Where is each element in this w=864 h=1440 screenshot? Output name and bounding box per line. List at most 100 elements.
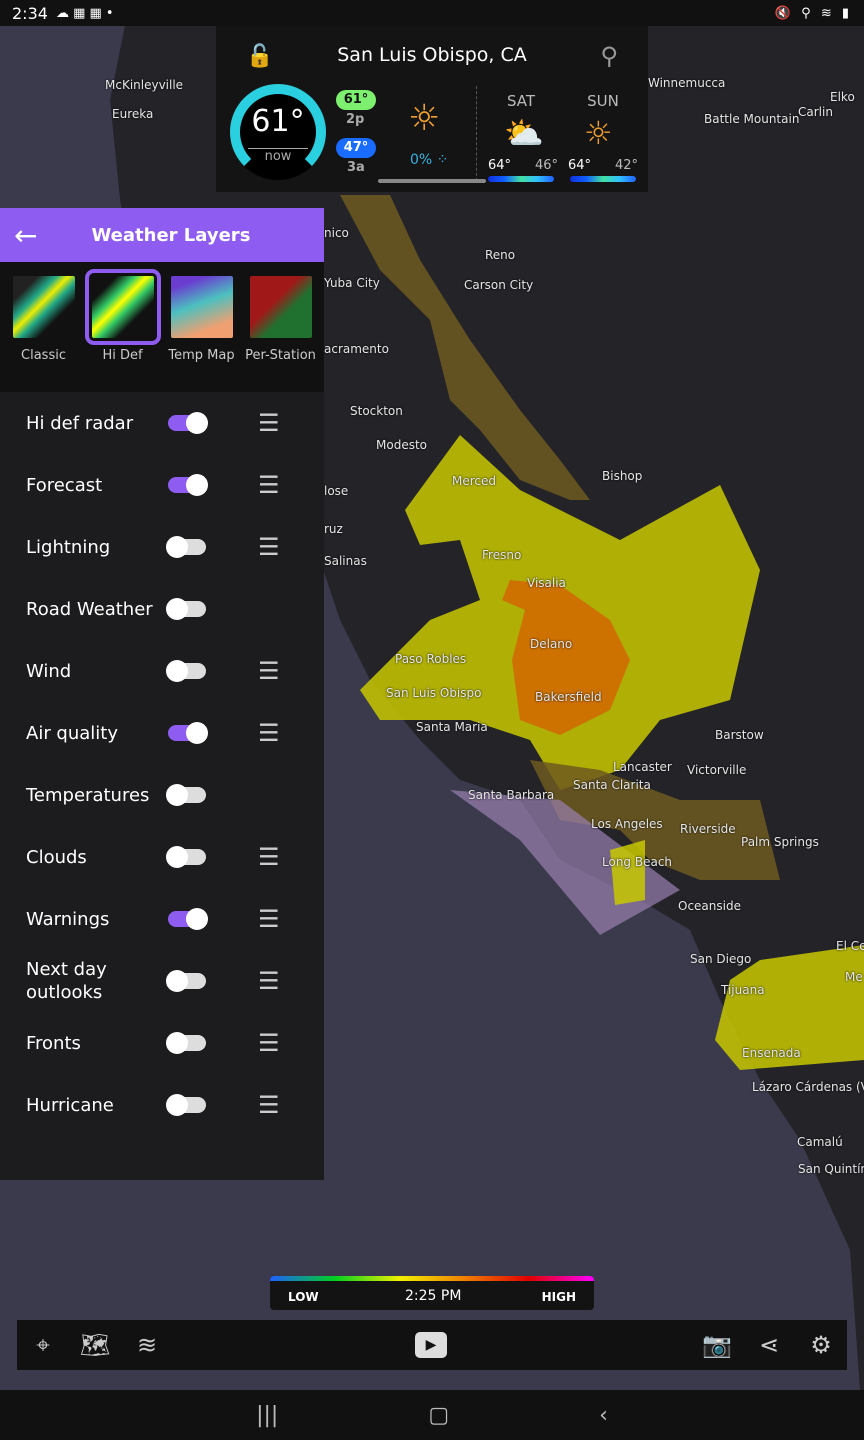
- forecast-high: 64°: [488, 158, 512, 173]
- coast-left: [0, 0, 130, 210]
- map-city-label: Tijuana: [721, 983, 765, 997]
- back-icon[interactable]: ‹: [599, 1403, 608, 1428]
- radar-legend: LOW 2:25 PM HIGH: [270, 1276, 594, 1310]
- forecast-day: SAT: [506, 92, 536, 110]
- style-thumbnail: [12, 276, 75, 338]
- layer-toggle[interactable]: [166, 1032, 206, 1054]
- layer-toggle[interactable]: [166, 846, 206, 868]
- layer-label: Wind: [26, 660, 72, 682]
- map-city-label: San Quintín: [798, 1162, 864, 1176]
- map-city-label: Santa Clarita: [573, 778, 651, 792]
- layer-toggle[interactable]: [168, 722, 208, 744]
- layer-settings-sliders-icon[interactable]: ☰: [258, 967, 280, 995]
- layer-settings-sliders-icon[interactable]: ☰: [258, 409, 280, 437]
- map-city-label: Yuba City: [324, 276, 380, 290]
- style-label: Hi Def: [102, 348, 143, 363]
- legend-low: LOW: [288, 1290, 319, 1304]
- weather-card[interactable]: 🔓 San Luis Obispo, CA ⚲ 61° now 61° 2p 4…: [216, 26, 648, 192]
- map-city-label: Salinas: [324, 554, 367, 568]
- layer-settings-sliders-icon[interactable]: ☰: [258, 1029, 280, 1057]
- map-city-label: Riverside: [680, 822, 736, 836]
- layer-toggle[interactable]: [166, 1094, 206, 1116]
- divider: [476, 86, 477, 181]
- style-thumbnail: [84, 269, 161, 345]
- raindrops-icon: ⁘: [436, 152, 449, 168]
- scroll-indicator: [378, 179, 486, 183]
- map-city-label: El Cen: [836, 939, 864, 953]
- layer-row: Lightning ☰: [0, 516, 324, 578]
- map-city-label: Winnemucca: [648, 76, 726, 90]
- status-bar: 2:34 ☁ ▦ ▦ • 🔇 ⚲ ≋ ▮: [0, 0, 864, 26]
- layer-settings-sliders-icon[interactable]: ☰: [258, 1091, 280, 1119]
- layer-toggle[interactable]: [166, 784, 206, 806]
- locate-icon[interactable]: ⌖: [17, 1331, 69, 1359]
- map-icon[interactable]: 🗺: [69, 1331, 121, 1359]
- current-temp: 61°: [251, 104, 305, 139]
- map-city-label: Lancaster: [613, 760, 672, 774]
- layer-toggle[interactable]: [166, 536, 206, 558]
- layer-row: Fronts ☰: [0, 1012, 324, 1074]
- temp-range-bar: [570, 176, 636, 182]
- layer-toggle[interactable]: [168, 474, 208, 496]
- radar-style-option[interactable]: Classic: [8, 272, 80, 382]
- layer-settings-sliders-icon[interactable]: ☰: [258, 471, 280, 499]
- layer-label: Forecast: [26, 474, 103, 496]
- layer-toggle[interactable]: [166, 660, 206, 682]
- play-button[interactable]: ▶: [415, 1332, 447, 1358]
- layer-toggle[interactable]: [168, 412, 208, 434]
- layer-toggle[interactable]: [166, 970, 206, 992]
- sun-icon: ☼: [408, 98, 441, 139]
- low-time: 3a: [347, 160, 365, 175]
- layer-settings-sliders-icon[interactable]: ☰: [258, 657, 280, 685]
- favorite-location-icon[interactable]: ⚲: [600, 42, 618, 70]
- map-city-label: San Diego: [690, 952, 752, 966]
- home-icon[interactable]: ▢: [428, 1403, 449, 1428]
- map-city-label: Carlin: [798, 105, 833, 119]
- layer-label: Temperatures: [26, 784, 150, 806]
- map-city-label: Bishop: [602, 469, 643, 483]
- android-nav-bar: ||| ▢ ‹: [0, 1390, 864, 1440]
- layer-list[interactable]: Hi def radar ☰ Forecast ☰ Lightning ☰ Road Wea…: [0, 392, 324, 1136]
- map-city-label: nico: [324, 226, 349, 240]
- map-city-label: Los Angeles: [591, 817, 663, 831]
- forecast-high: 64°: [568, 158, 592, 173]
- map-city-label: Fresno: [482, 548, 522, 562]
- layer-settings-sliders-icon[interactable]: ☰: [258, 719, 280, 747]
- map-city-label: Long Beach: [602, 855, 673, 869]
- panel-header: ← Weather Layers: [0, 208, 324, 262]
- layers-icon[interactable]: ≋: [121, 1331, 173, 1359]
- map-city-label: Elko: [830, 90, 855, 104]
- layer-settings-sliders-icon[interactable]: ☰: [258, 533, 280, 561]
- layer-row: Hi def radar ☰: [0, 392, 324, 454]
- recents-icon[interactable]: |||: [256, 1403, 278, 1428]
- layer-label: Next day outlooks: [26, 959, 107, 1003]
- layer-settings-sliders-icon[interactable]: ☰: [258, 843, 280, 871]
- map-city-label: Santa Barbara: [468, 788, 555, 802]
- map-city-label: Victorville: [687, 763, 747, 777]
- temp-range-bar: [488, 176, 554, 182]
- map-city-label: ruz: [324, 522, 343, 536]
- radar-style-option[interactable]: Per-Station: [245, 272, 317, 382]
- layer-row: Warnings ☰: [0, 888, 324, 950]
- share-icon[interactable]: ⋖: [743, 1331, 795, 1359]
- layer-toggle[interactable]: [168, 908, 208, 930]
- settings-gear-icon[interactable]: ⚙: [795, 1331, 847, 1359]
- location-name: San Luis Obispo, CA: [337, 44, 527, 66]
- layer-row: Forecast ☰: [0, 454, 324, 516]
- radar-style-option[interactable]: Temp Map: [166, 272, 238, 382]
- style-label: Per-Station: [245, 348, 316, 363]
- layer-settings-sliders-icon[interactable]: ☰: [258, 905, 280, 933]
- map-city-label: Delano: [530, 637, 573, 651]
- legend-high: HIGH: [541, 1290, 576, 1304]
- map-city-label: lose: [324, 484, 349, 498]
- map-city-label: McKinleyville: [105, 78, 184, 92]
- radar-style-option[interactable]: Hi Def: [84, 269, 161, 382]
- back-arrow-icon[interactable]: ←: [14, 219, 37, 252]
- layer-row: Wind ☰: [0, 640, 324, 702]
- map-city-label: Ensenada: [742, 1046, 801, 1060]
- layer-row: Temperatures: [0, 764, 324, 826]
- camera-icon[interactable]: 📷: [691, 1331, 743, 1359]
- weather-layers-panel: ← Weather Layers Classic Hi Def Temp Map Pe…: [0, 208, 324, 1180]
- system-icons: 🔇 ⚲ ≋ ▮: [774, 5, 852, 21]
- layer-toggle[interactable]: [166, 598, 206, 620]
